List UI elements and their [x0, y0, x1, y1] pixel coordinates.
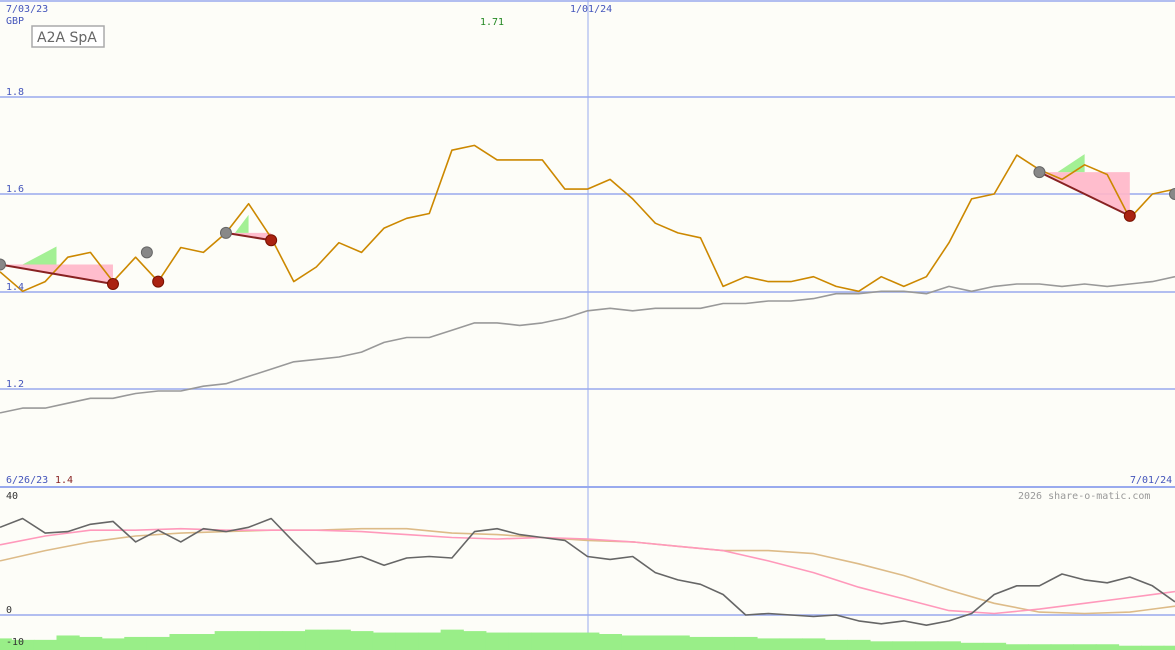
histogram-bar [756, 638, 781, 650]
histogram-bar [372, 632, 397, 650]
histogram-bar [33, 639, 58, 650]
histogram-bar [259, 631, 284, 650]
currency-label: GBP [6, 16, 24, 27]
histogram-bar [1118, 645, 1142, 650]
end-date-label: 7/01/24 [1130, 475, 1172, 486]
histogram-bar [802, 638, 826, 650]
trough-marker [152, 275, 165, 288]
histogram-bar [508, 632, 532, 650]
histogram-bar [1005, 644, 1029, 650]
histogram-bar [192, 634, 216, 650]
histogram-bar [576, 632, 600, 650]
histogram-bar [1050, 644, 1074, 650]
trough-marker [106, 278, 119, 291]
min-date-label: 6/26/23 [6, 475, 48, 486]
histogram-bar [440, 629, 464, 650]
indicator-tick-neg10: -10 [6, 637, 24, 648]
credit-label: 2026 share-o-matic.com [1018, 491, 1150, 502]
histogram-bar [305, 629, 329, 650]
histogram-bar [824, 639, 848, 650]
histogram-bar [598, 634, 622, 650]
histogram-bar [937, 641, 961, 650]
chart-title: A2A SpA [37, 30, 97, 46]
histogram-bar [531, 632, 555, 650]
indicator-tick-40: 40 [6, 491, 18, 502]
histogram-bar [350, 631, 374, 650]
histogram-bar [485, 632, 510, 650]
histogram-bar [689, 636, 713, 650]
histogram-bar [56, 635, 80, 650]
histogram-bar [1073, 644, 1097, 650]
histogram-bar [146, 636, 171, 650]
trough-marker [1123, 209, 1136, 222]
histogram-bar [79, 636, 103, 650]
min-value-label: 1.4 [55, 475, 73, 486]
histogram-bar [101, 638, 125, 650]
histogram-bar [960, 642, 984, 650]
histogram-bar [124, 636, 148, 650]
histogram-bar [779, 638, 803, 650]
mid-date-label: 1/01/24 [570, 4, 612, 15]
histogram-bar [915, 641, 939, 650]
histogram-bar [643, 635, 668, 650]
histogram-bar [847, 639, 871, 650]
indicator-tick-0: 0 [6, 605, 12, 616]
peak-marker [140, 246, 153, 259]
histogram-bar [711, 636, 735, 650]
histogram-bar [395, 632, 419, 650]
y-tick-label-1.4: 1.4 [6, 282, 24, 293]
histogram-bar [621, 635, 645, 650]
histogram-bar [463, 631, 487, 650]
histogram-bar [237, 631, 261, 650]
histogram-bar [734, 636, 758, 650]
histogram-bar [418, 632, 442, 650]
histogram-bar [666, 635, 690, 650]
histogram-bar [282, 631, 306, 650]
chart-stage: 7/03/23 GBP 1/01/24 1.71 A2A SpA 1.8 1.6… [0, 0, 1175, 650]
peak-marker [1033, 166, 1046, 179]
histogram-bar [1095, 644, 1120, 650]
histogram-bar [327, 629, 351, 650]
histogram-bar [553, 632, 577, 650]
stock-chart: 7/03/23 GBP 1/01/24 1.71 A2A SpA 1.8 1.6… [0, 0, 1175, 650]
histogram-bar [1141, 645, 1165, 650]
peak-marker [219, 226, 232, 239]
histogram-bar [982, 642, 1007, 650]
histogram-bar [169, 634, 193, 650]
start-date-label: 7/03/23 [6, 4, 48, 15]
max-value-label: 1.71 [480, 17, 504, 28]
y-tick-label-1.6: 1.6 [6, 184, 24, 195]
y-tick-label-1.8: 1.8 [6, 87, 24, 98]
histogram-bar [214, 631, 238, 650]
trough-marker [265, 234, 278, 247]
title-box: A2A SpA [31, 25, 105, 48]
histogram-bar [1163, 645, 1175, 650]
histogram-bar [869, 641, 894, 650]
histogram-bar [1028, 644, 1052, 650]
histogram-bar [892, 641, 916, 650]
y-tick-label-1.2: 1.2 [6, 379, 24, 390]
